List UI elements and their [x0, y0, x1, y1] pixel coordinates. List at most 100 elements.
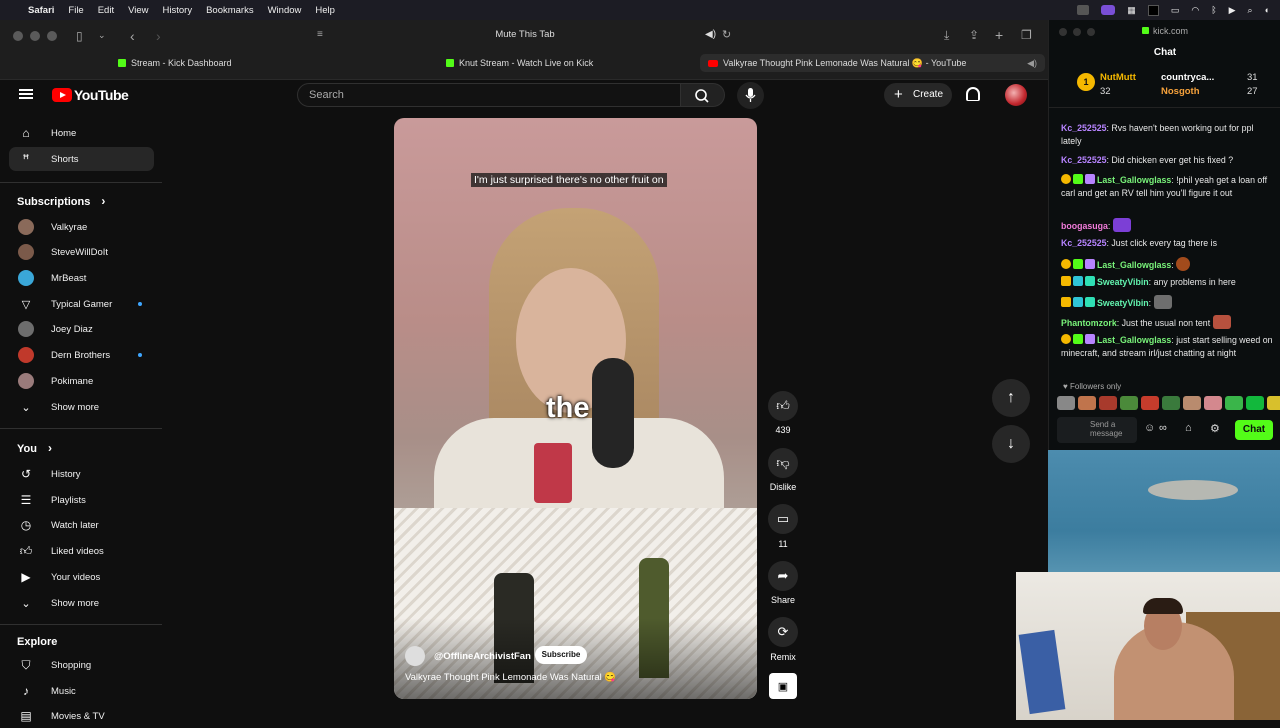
comments-button[interactable]: ▭	[768, 504, 798, 534]
menu-edit[interactable]: Edit	[98, 5, 114, 16]
youtube-logo-text[interactable]: YouTube	[74, 87, 129, 103]
chat-username[interactable]: Kc_252525	[1061, 238, 1107, 248]
send-chat-button[interactable]: Chat	[1235, 420, 1273, 440]
status-icon[interactable]	[1077, 5, 1090, 15]
chat-username[interactable]: Last_Gallowglass	[1097, 260, 1171, 270]
sidebar-item-your-videos[interactable]: ▶ Your videos	[9, 565, 154, 589]
sound-source-thumbnail[interactable]: ▣	[769, 673, 797, 699]
sidebar-channel-dern-brothers[interactable]: Dern Brothers	[9, 343, 154, 367]
sidebar-channel-valkyrae[interactable]: Valkyrae	[9, 215, 154, 239]
chat-username[interactable]: SweatyVibin	[1097, 277, 1149, 287]
window-minimize-button[interactable]	[30, 31, 40, 41]
tab-kick-dashboard[interactable]: Stream - Kick Dashboard	[118, 54, 232, 72]
sidebar-channel-stevewilldoit[interactable]: SteveWillDoIt	[9, 240, 154, 264]
search-button[interactable]	[681, 83, 725, 107]
speaker-icon[interactable]: ◀)	[705, 29, 716, 40]
sidebar-item-music[interactable]: ♪ Music	[9, 679, 154, 703]
tab-knut-stream[interactable]: Knut Stream - Watch Live on Kick	[446, 54, 593, 72]
chat-username[interactable]: Kc_252525	[1061, 155, 1107, 165]
emote-icon[interactable]	[1183, 396, 1201, 410]
emote-icon[interactable]	[1057, 396, 1075, 410]
emote-icon[interactable]	[1099, 396, 1117, 410]
sidebar-item-home[interactable]: ⌂ Home	[9, 121, 154, 145]
downloads-icon[interactable]: ⤓	[944, 28, 949, 43]
kick-status-icon[interactable]	[1147, 4, 1159, 16]
store-icon[interactable]: ⌂	[1185, 422, 1192, 434]
emote-icon[interactable]	[1225, 396, 1243, 410]
sidebar-item-liked-videos[interactable]: 👍︎ Liked videos	[9, 539, 154, 563]
chat-message-input[interactable]: Send a message	[1057, 417, 1137, 443]
you-header[interactable]: You ›	[17, 441, 52, 455]
gifter-name[interactable]: countryca...	[1161, 72, 1214, 83]
tab-overview-icon[interactable]: ❐	[1021, 28, 1032, 42]
control-center-icon[interactable]: ◐	[1265, 5, 1270, 15]
next-short-button[interactable]: ↓	[992, 425, 1030, 463]
emote-icon[interactable]	[1246, 396, 1264, 410]
sidebar-channel-pokimane[interactable]: Pokimane	[9, 369, 154, 393]
emote-icon[interactable]	[1204, 396, 1222, 410]
sidebar-show-more-you[interactable]: ⌄ Show more	[9, 591, 154, 615]
notifications-icon[interactable]	[966, 87, 980, 101]
emote-picker-icon[interactable]: ☺	[1144, 422, 1155, 434]
screen-record-icon[interactable]	[1101, 5, 1116, 15]
chevron-down-icon[interactable]: ⌄	[98, 30, 106, 41]
tab-youtube-short[interactable]: Valkyrae Thought Pink Lemonade Was Natur…	[700, 54, 1045, 72]
gifter-name[interactable]: NutMutt	[1100, 72, 1136, 83]
battery-icon[interactable]: ▭	[1171, 5, 1180, 16]
back-icon[interactable]: ‹	[130, 28, 135, 44]
previous-short-button[interactable]: ↑	[992, 379, 1030, 417]
menu-history[interactable]: History	[163, 5, 193, 16]
sidebar-item-movies-tv[interactable]: ▤ Movies & TV	[9, 704, 154, 728]
emote-icon[interactable]	[1120, 396, 1138, 410]
window-close-button[interactable]	[13, 31, 23, 41]
chat-username[interactable]: Kc_252525	[1061, 123, 1107, 133]
page-menu-icon[interactable]: ≡	[317, 29, 323, 40]
bluetooth-icon[interactable]: ᛒ	[1211, 5, 1216, 15]
short-title[interactable]: Valkyrae Thought Pink Lemonade Was Natur…	[405, 672, 616, 683]
address-bar[interactable]: Mute This Tab	[460, 29, 590, 40]
sidebar-show-more-subscriptions[interactable]: ⌄ Show more	[9, 395, 154, 419]
sidebar-item-shopping[interactable]: ⛉ Shopping	[9, 653, 154, 677]
sidebar-channel-joey-diaz[interactable]: Joey Diaz	[9, 317, 154, 341]
menu-file[interactable]: File	[68, 5, 83, 16]
sidebar-channel-mrbeast[interactable]: MrBeast	[9, 266, 154, 290]
subscriptions-header[interactable]: Subscriptions ›	[17, 194, 105, 208]
chat-username[interactable]: boogasuga	[1061, 221, 1108, 231]
short-channel-name[interactable]: @OfflineArchivistFan	[434, 651, 531, 662]
wifi-icon[interactable]: ◠	[1191, 5, 1199, 16]
menu-safari[interactable]: Safari	[28, 5, 54, 16]
menu-window[interactable]: Window	[268, 5, 302, 16]
dislike-button[interactable]: 👎︎	[768, 448, 798, 478]
window-zoom-button[interactable]	[47, 31, 57, 41]
account-avatar[interactable]	[1005, 84, 1027, 106]
menu-help[interactable]: Help	[315, 5, 335, 16]
share-icon[interactable]: ⇪	[969, 28, 979, 42]
play-icon[interactable]: ▶	[1229, 5, 1236, 16]
emote-icon[interactable]	[1267, 396, 1280, 410]
infinity-icon[interactable]: ∞	[1159, 422, 1167, 434]
forward-icon[interactable]: ›	[156, 28, 161, 44]
youtube-logo-icon[interactable]	[52, 88, 72, 102]
menu-view[interactable]: View	[128, 5, 148, 16]
grid-icon[interactable]: ▦	[1127, 5, 1136, 16]
reload-icon[interactable]: ↻	[722, 28, 731, 41]
chat-username[interactable]: Last_Gallowglass	[1097, 175, 1171, 185]
create-button[interactable]: + Create	[884, 83, 952, 107]
sidebar-item-playlists[interactable]: ☰ Playlists	[9, 488, 154, 512]
menu-bookmarks[interactable]: Bookmarks	[206, 5, 254, 16]
short-video-player[interactable]: I'm just surprised there's no other frui…	[394, 118, 757, 699]
sidebar-channel-typical-gamer[interactable]: ▽ Typical Gamer	[9, 292, 154, 316]
gifter-name[interactable]: Nosgoth	[1161, 86, 1200, 97]
chat-username[interactable]: Last_Gallowglass	[1097, 335, 1171, 345]
emote-icon[interactable]	[1078, 396, 1096, 410]
sidebar-item-history[interactable]: ↺ History	[9, 462, 154, 486]
new-tab-icon[interactable]: +	[995, 27, 1003, 43]
voice-search-button[interactable]	[737, 82, 764, 109]
sidebar-toggle-icon[interactable]: ▯	[76, 29, 83, 43]
emote-icon[interactable]	[1141, 396, 1159, 410]
settings-gear-icon[interactable]: ⚙	[1210, 422, 1220, 435]
subscribe-button[interactable]: Subscribe	[535, 646, 587, 664]
like-button[interactable]: 👍︎	[768, 391, 798, 421]
share-button[interactable]: ➦	[768, 561, 798, 591]
tab-audio-icon[interactable]: ◀)	[1027, 58, 1037, 69]
